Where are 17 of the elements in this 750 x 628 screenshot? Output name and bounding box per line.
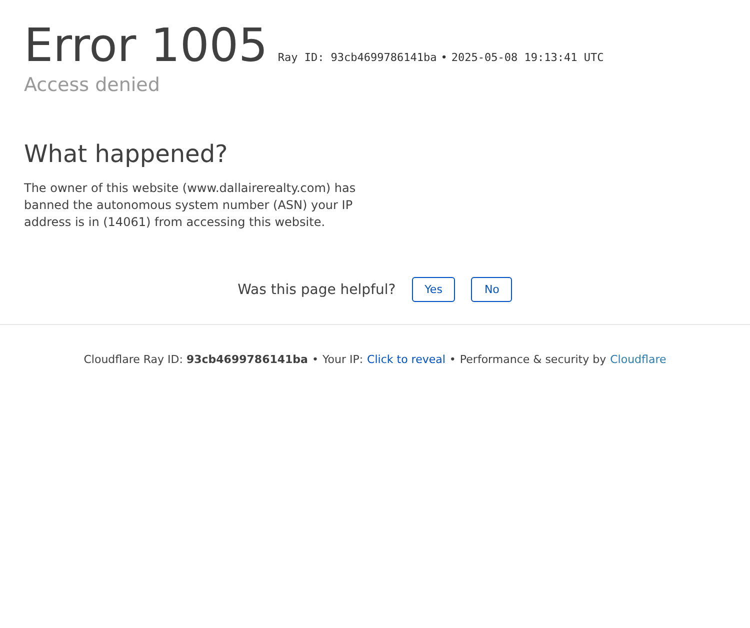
timestamp: 2025-05-08 19:13:41 UTC xyxy=(451,51,604,64)
section-heading: What happened? xyxy=(24,140,229,168)
ray-id-label: Cloudflare Ray ID: 93cb4699786141ba xyxy=(84,353,308,366)
explanation-text: The owner of this website (www.dallairerealty.com) has banned the autonomous system number (ASN) your IP address is in (14061) from accessing this website. xyxy=(24,180,357,231)
ray-id: Ray ID: 93cb4699786141ba xyxy=(278,51,437,64)
feedback-button[interactable]: No xyxy=(471,277,512,302)
reveal-ip-link[interactable]: Click to reveal xyxy=(367,353,446,366)
error-title: Error 1005 xyxy=(24,18,268,72)
feedback-button[interactable]: Yes xyxy=(412,277,456,302)
performance-label: Performance & security by xyxy=(460,353,606,366)
error-subtitle: Access denied xyxy=(24,74,161,96)
separator: • xyxy=(312,353,318,366)
separator: • xyxy=(449,353,456,366)
feedback-question: Was this page helpful? xyxy=(238,282,396,298)
cloudflare-link[interactable]: Cloudflare xyxy=(610,353,666,366)
separator: • xyxy=(440,51,448,64)
ip-label: Your IP: xyxy=(322,353,364,366)
